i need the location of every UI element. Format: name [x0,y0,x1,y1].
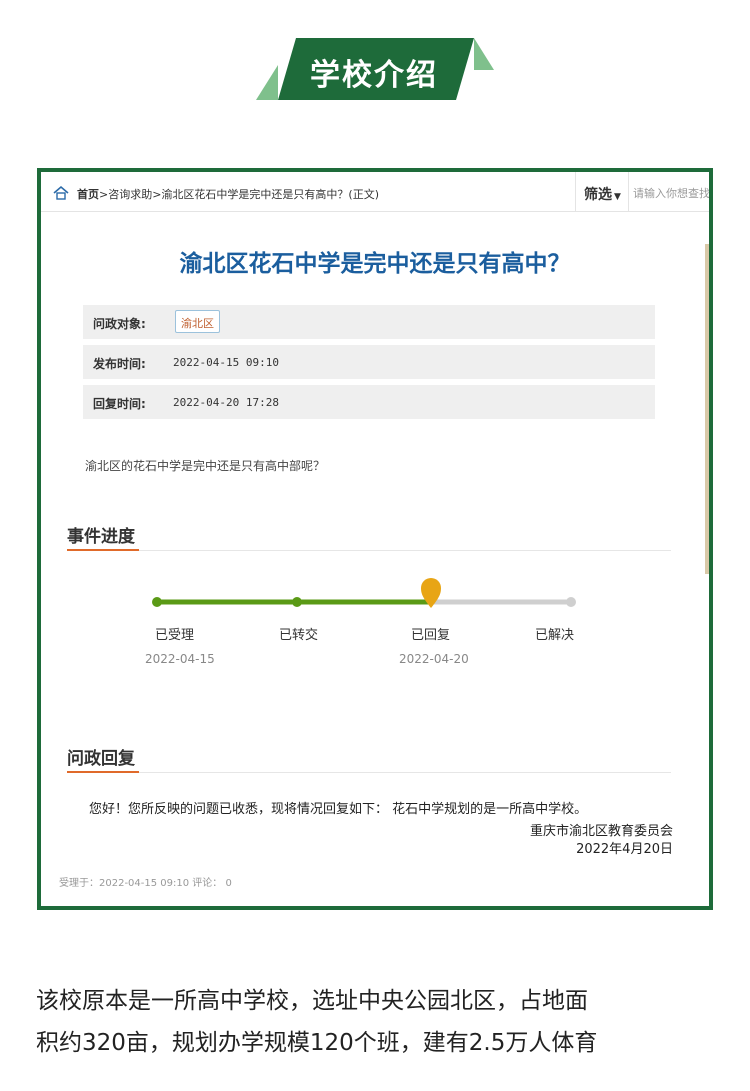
step-date: 2022-04-15 [145,652,215,666]
article-line: 积约320亩，规划办学规模120个班，建有2.5万人体育 [36,1030,598,1056]
target-tag[interactable]: 渝北区 [175,310,220,333]
publish-value: 2022-04-15 09:10 [173,356,279,369]
info-row-publish: 发布时间: 2022-04-15 09:10 [83,345,655,379]
progress-title-underline [67,549,139,551]
accept-meta: 受理于：2022-04-15 09:10 评论： 0 [59,878,232,889]
search-input[interactable]: 请输入你想查找 [633,185,709,201]
section-banner: 学校介绍 [0,30,750,110]
reply-title: 问政回复 [67,749,135,769]
step-label: 已回复 [411,628,451,643]
article-line: 该校原本是一所高中学校，选址中央公园北区，占地面 [36,988,588,1014]
filter-button[interactable]: 筛选 ▼ [575,172,629,212]
question-body: 渝北区的花石中学是完中还是只有高中部呢？ [85,459,326,473]
banner-right-accent [474,38,494,70]
step-label: 已转交 [279,628,319,643]
home-icon[interactable] [53,185,69,201]
screenshot-frame: 首页>咨询求助>渝北区花石中学是完中还是只有高中？(正文) 筛选 ▼ 请输入你想查… [37,168,713,910]
article-text: 该校原本是一所高中学校，选址中央公园北区，占地面 积约320亩，规划办学规模12… [36,980,716,1064]
progress-title: 事件进度 [67,527,135,547]
breadcrumb-home[interactable]: 首页 [77,188,99,201]
reply-time-value: 2022-04-20 17:28 [173,396,279,409]
reply-date: 2022年4月20日 [576,842,673,857]
breadcrumb-item-consult[interactable]: 咨询求助 [108,188,152,201]
caret-down-icon: ▼ [614,192,621,202]
filter-label: 筛选 [584,187,612,203]
info-row-target: 问政对象: 渝北区 [83,305,655,339]
progress-tracker: 已受理 已转交 已回复 已解决 2022-04-15 2022-04-20 [41,572,709,682]
info-row-reply: 回复时间: 2022-04-20 17:28 [83,385,655,419]
step-label: 已受理 [155,628,195,643]
top-bar: 首页>咨询求助>渝北区花石中学是完中还是只有高中？(正文) 筛选 ▼ 请输入你想查… [41,172,709,212]
breadcrumb-sep: > [99,188,109,201]
step-dot-4 [566,597,576,607]
publish-label: 发布时间: [93,357,146,371]
scrollbar[interactable] [705,244,709,574]
divider [67,550,671,551]
divider [67,772,671,773]
step-label: 已解决 [535,628,575,643]
target-label: 问政对象: [93,317,146,331]
step-dot-2 [292,597,302,607]
banner-title: 学校介绍 [310,58,438,93]
breadcrumb: 首页>咨询求助>渝北区花石中学是完中还是只有高中？(正文) [77,186,379,202]
reply-time-label: 回复时间: [93,397,146,411]
reply-title-underline [67,771,139,773]
step-date: 2022-04-20 [399,652,469,666]
progress-track [152,578,576,608]
reply-text: 您好！您所反映的问题已收悉，现将情况回复如下： 花石中学规划的是一所高中学校。 [89,802,588,817]
question-title: 渝北区花石中学是完中还是只有高中？ [179,251,571,277]
step-dot-1 [152,597,162,607]
banner-left-accent [256,65,278,100]
breadcrumb-item-current: 渝北区花石中学是完中还是只有高中？(正文) [161,188,380,201]
reply-org: 重庆市渝北区教育委员会 [529,824,673,839]
